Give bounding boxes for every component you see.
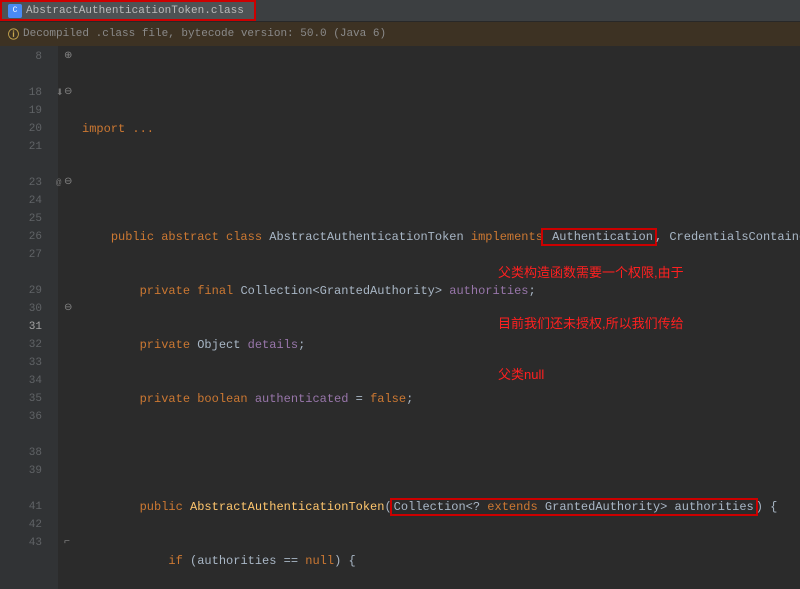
highlight-constructor-param: Collection<? extends GrantedAuthority> a… — [390, 498, 758, 516]
line-number[interactable]: 30 — [0, 300, 42, 318]
line-number[interactable] — [0, 66, 42, 84]
line-number[interactable]: 35 — [0, 390, 42, 408]
line-number[interactable]: 43 — [0, 534, 42, 552]
code-line: private final Collection<GrantedAuthorit… — [58, 282, 800, 300]
code-area[interactable]: ⊕ ⊖ ⊖ ⊖ ⌐ import ... public abstract cla… — [58, 46, 800, 589]
line-number[interactable]: 39 — [0, 462, 42, 480]
fold-expand-icon[interactable]: ⊕ — [64, 48, 72, 66]
editor: 8 18192021 2324252627 2930313233343536 3839 4… — [0, 46, 800, 589]
line-number[interactable]: 18 — [0, 84, 42, 102]
fold-column: ⊕ ⊖ ⊖ ⊖ ⌐ — [64, 46, 76, 172]
line-number[interactable]: 41 — [0, 498, 42, 516]
line-number[interactable]: 26 — [0, 228, 42, 246]
line-number[interactable]: 24 — [0, 192, 42, 210]
line-number[interactable]: 32 — [0, 336, 42, 354]
file-tab[interactable]: C AbstractAuthenticationToken.class — [0, 0, 256, 21]
line-number[interactable]: 20 — [0, 120, 42, 138]
tab-filename: AbstractAuthenticationToken.class — [26, 5, 244, 17]
code-line: private Object details; — [58, 336, 800, 354]
fold-collapse-icon[interactable]: ⊖ — [64, 300, 72, 318]
red-annotation: 父类构造函数需要一个权限,由于 目前我们还未授权,所以我们传给 父类null — [498, 230, 684, 417]
info-text: Decompiled .class file, bytecode version… — [23, 28, 386, 40]
line-number[interactable] — [0, 264, 42, 282]
line-number[interactable]: 38 — [0, 444, 42, 462]
code-line — [58, 174, 800, 192]
code-line — [58, 444, 800, 462]
line-number[interactable]: 27 — [0, 246, 42, 264]
line-number[interactable]: 25 — [0, 210, 42, 228]
line-number[interactable] — [0, 156, 42, 174]
code-line: public abstract class AbstractAuthentica… — [58, 228, 800, 246]
line-number[interactable]: 21 — [0, 138, 42, 156]
fold-end-icon[interactable]: ⌐ — [64, 534, 70, 552]
line-number[interactable] — [0, 426, 42, 444]
fold-collapse-icon[interactable]: ⊖ — [64, 84, 72, 102]
info-icon: ⓘ — [8, 26, 19, 42]
line-number[interactable]: 19 — [0, 102, 42, 120]
line-number[interactable]: 33 — [0, 354, 42, 372]
line-gutter[interactable]: 8 18192021 2324252627 2930313233343536 3839 4… — [0, 46, 58, 589]
line-number[interactable] — [0, 552, 42, 570]
code-line: public AbstractAuthenticationToken(Colle… — [58, 498, 800, 516]
code-line: import ... — [58, 120, 800, 138]
line-number[interactable]: 29 — [0, 282, 42, 300]
code-line: private boolean authenticated = false; — [58, 390, 800, 408]
line-number[interactable]: 34 — [0, 372, 42, 390]
line-number[interactable] — [0, 480, 42, 498]
line-number[interactable]: 23 — [0, 174, 42, 192]
class-file-icon: C — [8, 4, 22, 18]
line-number[interactable]: 31 — [0, 318, 42, 336]
decompile-info-bar: ⓘ Decompiled .class file, bytecode versi… — [0, 22, 800, 46]
tab-bar: C AbstractAuthenticationToken.class — [0, 0, 800, 22]
fold-collapse-icon[interactable]: ⊖ — [64, 174, 72, 192]
line-number[interactable]: 8 — [0, 48, 42, 66]
line-number[interactable]: 42 — [0, 516, 42, 534]
code-line: if (authorities == null) { — [58, 552, 800, 570]
line-number[interactable]: 36 — [0, 408, 42, 426]
